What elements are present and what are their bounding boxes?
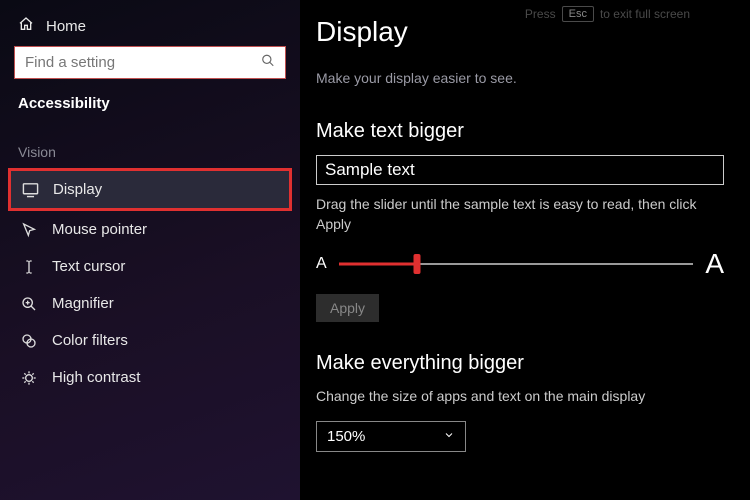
sidebar-item-label: Text cursor (52, 258, 125, 275)
slider-min-label: A (316, 255, 327, 273)
sidebar-item-label: Color filters (52, 332, 128, 349)
tutorial-highlight: Display (8, 168, 292, 211)
sidebar-item-magnifier[interactable]: Magnifier (10, 285, 290, 322)
fullscreen-hint: Press Esc to exit full screen (525, 6, 690, 22)
sidebar-item-display[interactable]: Display (11, 171, 289, 208)
sidebar-title: Accessibility (10, 93, 290, 120)
make-everything-bigger-heading: Make everything bigger (316, 352, 724, 375)
search-input[interactable] (17, 49, 283, 76)
search-field[interactable] (14, 46, 286, 79)
slider-thumb[interactable] (413, 254, 420, 274)
text-slider-instruction: Drag the slider until the sample text is… (316, 195, 724, 234)
sidebar-item-label: High contrast (52, 369, 140, 386)
home-nav[interactable]: Home (10, 12, 290, 46)
sidebar-group-vision: Vision (10, 120, 290, 168)
sidebar-item-label: Mouse pointer (52, 221, 147, 238)
sidebar-item-mouse-pointer[interactable]: Mouse pointer (10, 211, 290, 248)
sample-text-preview: Sample text (316, 155, 724, 185)
text-size-slider[interactable] (339, 254, 694, 274)
settings-sidebar: Home Accessibility Vision Display Mouse … (0, 0, 300, 500)
sidebar-item-label: Magnifier (52, 295, 114, 312)
esc-key: Esc (562, 6, 594, 22)
scale-value: 150% (327, 428, 365, 445)
mouse-pointer-icon (20, 222, 38, 238)
make-text-bigger-heading: Make text bigger (316, 120, 724, 143)
display-icon (21, 181, 39, 198)
high-contrast-icon (20, 370, 38, 386)
magnifier-icon (20, 296, 38, 312)
home-icon (18, 16, 34, 36)
sidebar-item-high-contrast[interactable]: High contrast (10, 359, 290, 396)
sidebar-item-label: Display (53, 181, 102, 198)
page-subtitle: Make your display easier to see. (316, 70, 724, 86)
chevron-down-icon (443, 428, 455, 445)
sidebar-item-text-cursor[interactable]: Text cursor (10, 248, 290, 285)
settings-content: Press Esc to exit full screen Display Ma… (300, 0, 750, 500)
apply-button[interactable]: Apply (316, 294, 379, 322)
color-filters-icon (20, 333, 38, 349)
slider-fill (339, 263, 417, 266)
text-size-slider-row: A A (316, 248, 724, 280)
slider-max-label: A (705, 248, 724, 280)
scale-instruction: Change the size of apps and text on the … (316, 387, 724, 407)
sidebar-item-color-filters[interactable]: Color filters (10, 322, 290, 359)
scale-dropdown[interactable]: 150% (316, 421, 466, 452)
text-cursor-icon (20, 259, 38, 275)
search-icon (261, 53, 275, 72)
home-label: Home (46, 18, 86, 35)
